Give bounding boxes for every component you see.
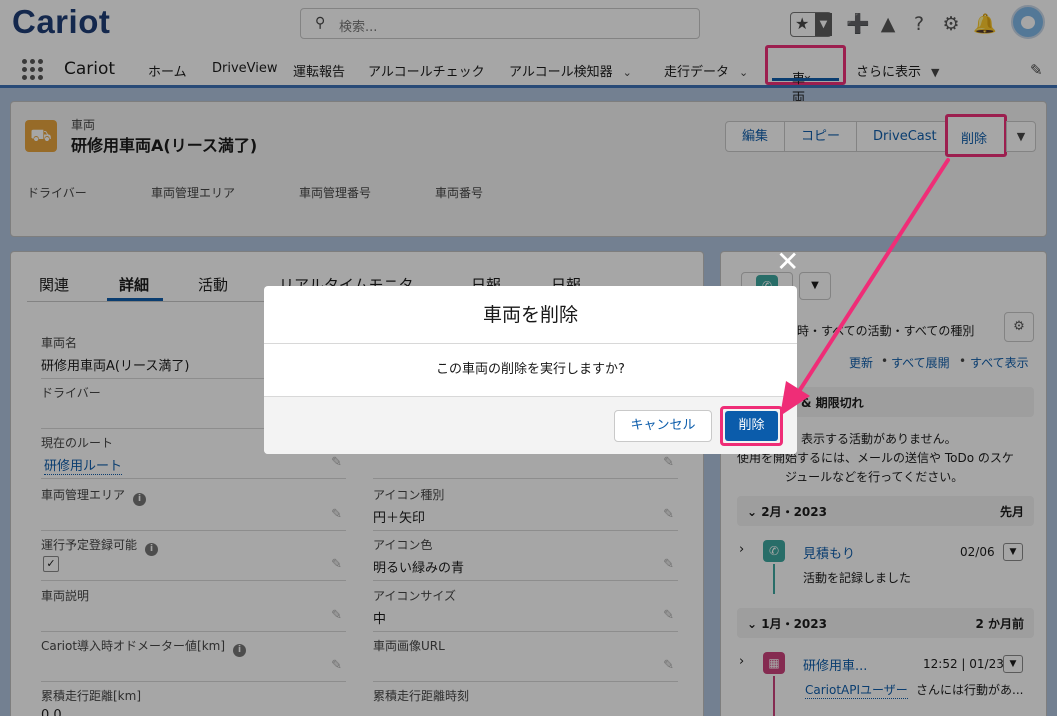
annotation-arrow	[780, 158, 950, 416]
